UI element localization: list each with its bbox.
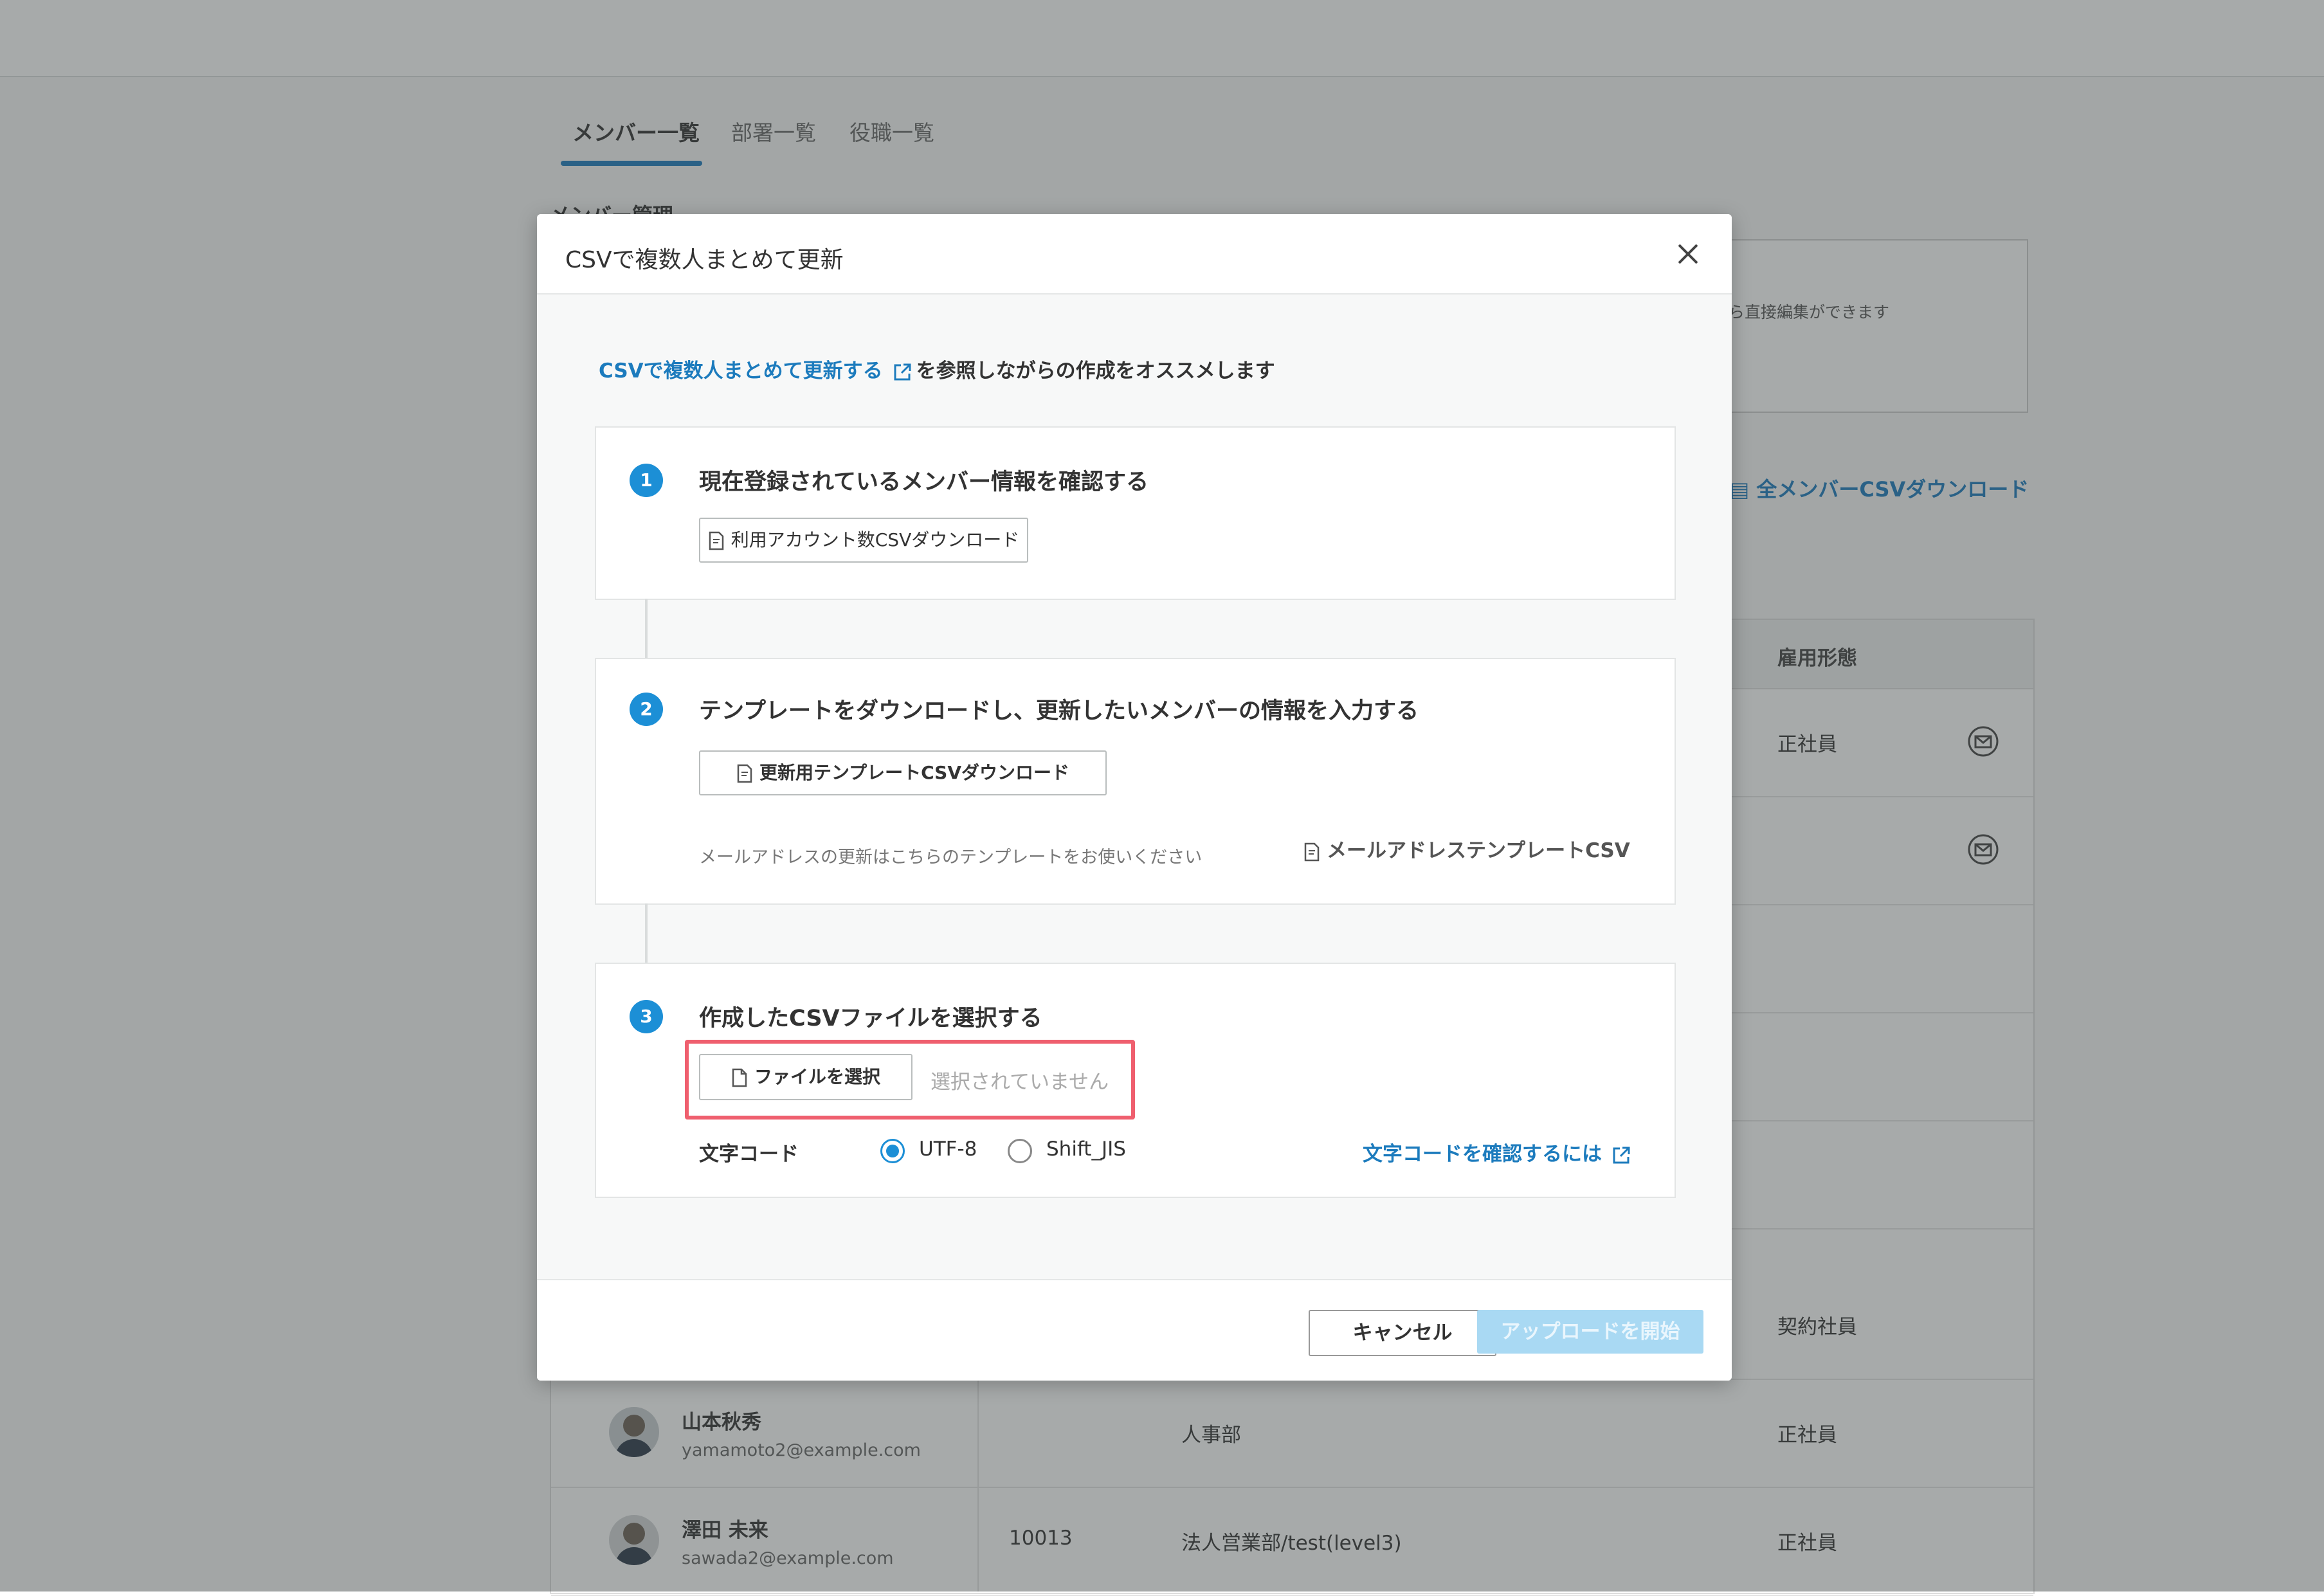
cancel-button[interactable]: キャンセル	[1309, 1310, 1496, 1356]
modal-title: CSVで複数人まとめて更新	[565, 247, 844, 273]
encoding-radio-utf8-label[interactable]: UTF-8	[919, 1138, 977, 1161]
encoding-label: 文字コード	[699, 1143, 799, 1166]
step-1-title: 現在登録されているメンバー情報を確認する	[699, 469, 1148, 495]
modal-header: CSVで複数人まとめて更新	[537, 214, 1732, 295]
step-3-card: 3 作成したCSVファイルを選択する ファイルを選択 選択されていません 文字コ…	[595, 963, 1676, 1198]
mail-update-note: メールアドレスの更新はこちらのテンプレートをお使いください	[699, 848, 1203, 867]
mail-address-template-csv-link[interactable]: メールアドレステンプレートCSV	[1303, 834, 1630, 863]
csv-download-icon	[1304, 842, 1320, 861]
update-template-csv-download-label: 更新用テンプレートCSVダウンロード	[759, 762, 1070, 783]
csv-download-icon	[709, 531, 723, 550]
highlight-box	[685, 1040, 1135, 1120]
step-2-card: 2 テンプレートをダウンロードし、更新したいメンバーの情報を入力する 更新用テン…	[595, 658, 1676, 905]
close-icon[interactable]	[1673, 239, 1703, 269]
step-2-number: 2	[630, 693, 663, 726]
csv-bulk-update-modal: CSVで複数人まとめて更新 CSVで複数人まとめて更新する を参照しながらの作成を…	[537, 214, 1732, 1381]
encoding-radio-shiftjis-label[interactable]: Shift_JIS	[1046, 1138, 1126, 1161]
account-count-csv-download-button[interactable]: 利用アカウント数CSVダウンロード	[699, 518, 1028, 563]
guide-link[interactable]: CSVで複数人まとめて更新する	[599, 359, 883, 383]
encoding-help-link[interactable]: 文字コードを確認するには	[1363, 1138, 1635, 1166]
step-1-card: 1 現在登録されているメンバー情報を確認する 利用アカウント数CSVダウンロード	[595, 426, 1676, 600]
update-template-csv-download-button[interactable]: 更新用テンプレートCSVダウンロード	[699, 750, 1107, 795]
account-count-csv-download-label: 利用アカウント数CSVダウンロード	[731, 529, 1020, 550]
modal-footer: キャンセル アップロードを開始	[537, 1279, 1732, 1381]
mail-address-template-csv-label: メールアドレステンプレートCSV	[1327, 839, 1630, 862]
external-link-icon[interactable]	[892, 362, 912, 383]
intro-suffix: を参照しながらの作成をオススメします	[916, 359, 1275, 383]
encoding-radio-utf8[interactable]	[880, 1139, 905, 1163]
step-1-number: 1	[630, 464, 663, 497]
intro-text: CSVで複数人まとめて更新する を参照しながらの作成をオススメします	[599, 354, 1275, 383]
step-2-title: テンプレートをダウンロードし、更新したいメンバーの情報を入力する	[699, 698, 1419, 724]
encoding-help-label: 文字コードを確認するには	[1363, 1143, 1602, 1166]
step-3-title: 作成したCSVファイルを選択する	[699, 1006, 1042, 1031]
encoding-radio-shiftjis[interactable]	[1008, 1139, 1032, 1163]
start-upload-button[interactable]: アップロードを開始	[1477, 1310, 1703, 1354]
csv-download-icon	[737, 764, 752, 783]
step-3-number: 3	[630, 1000, 663, 1033]
external-link-icon	[1613, 1147, 1630, 1163]
